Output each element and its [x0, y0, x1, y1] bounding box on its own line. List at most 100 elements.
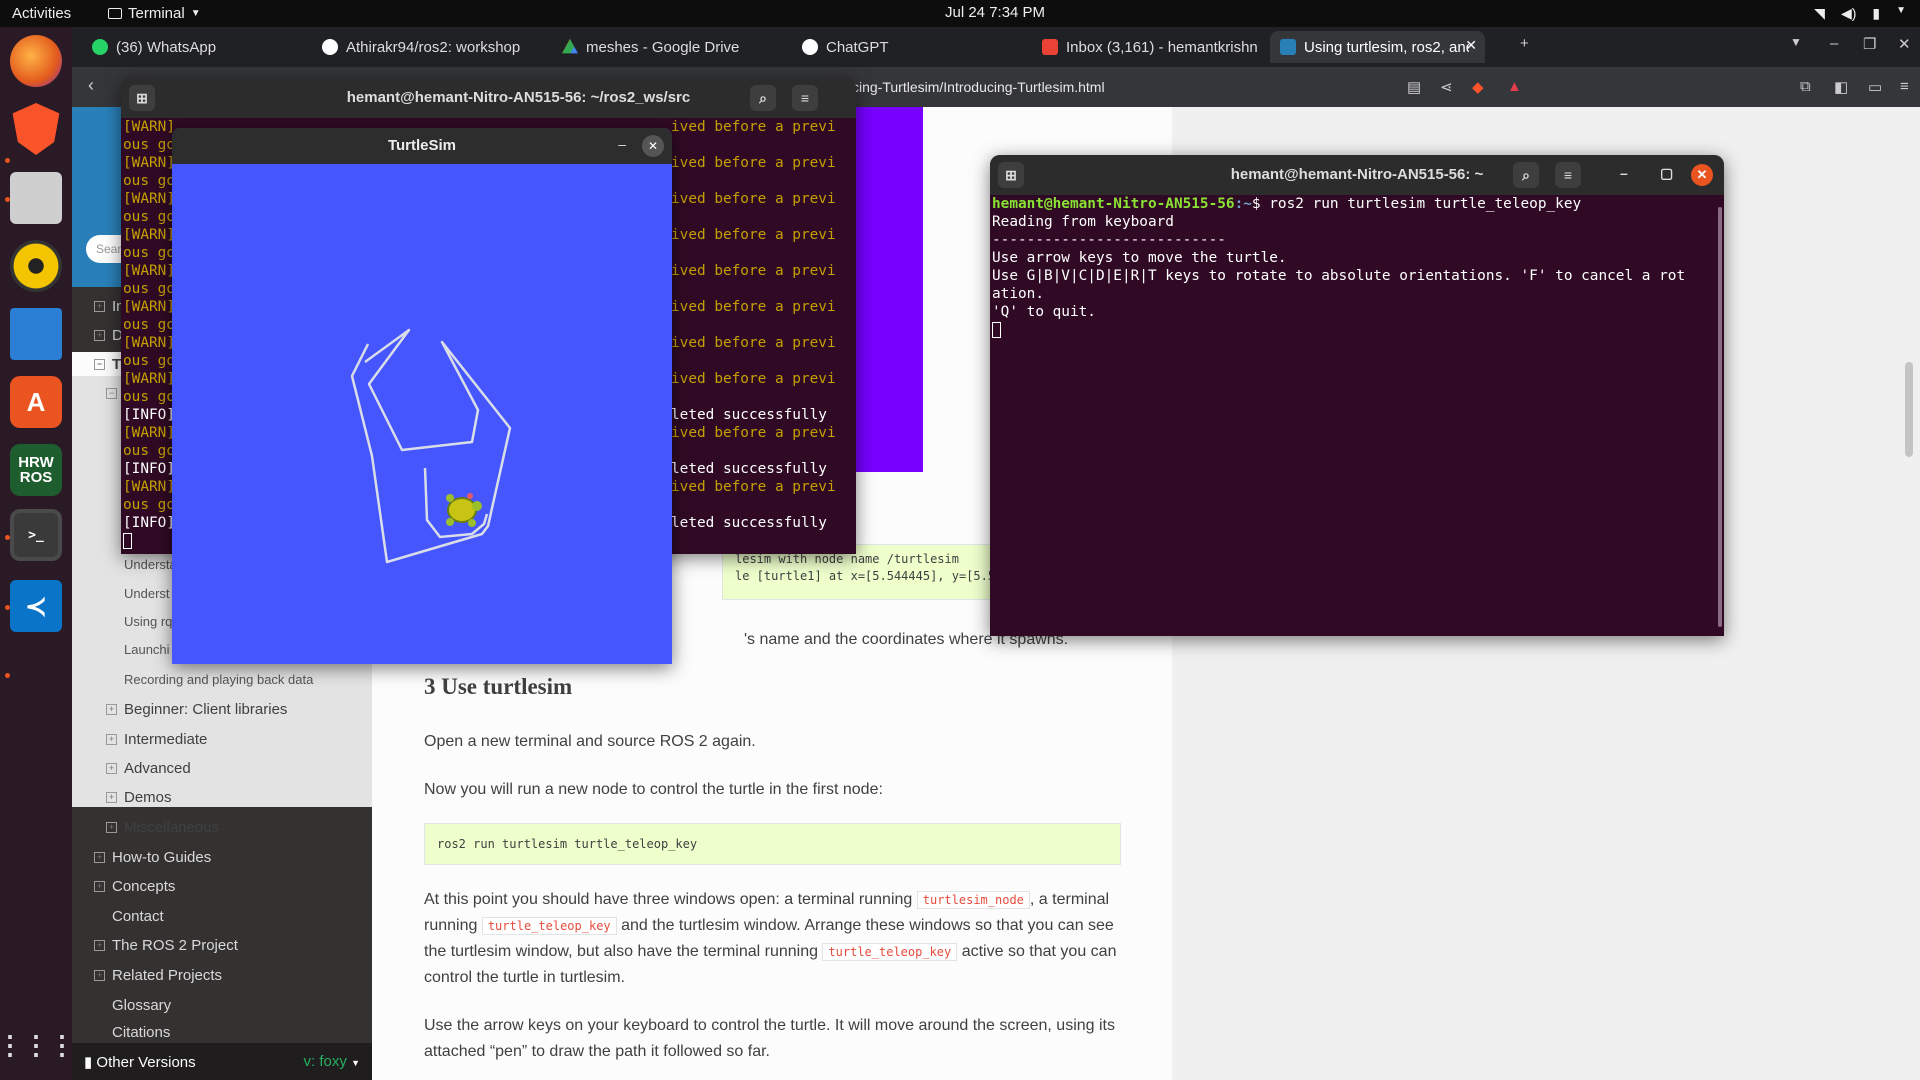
code-block-command: ros2 run turtlesim turtle_teleop_key	[424, 823, 1121, 865]
chatgpt-icon	[802, 39, 818, 55]
close-icon[interactable]: ✕	[1465, 37, 1477, 54]
minimize-button[interactable]: –	[1830, 35, 1838, 52]
sidebar-toggle-icon[interactable]: ◧	[1834, 78, 1848, 96]
tab-label: Inbox (3,161) - hemantkrishn	[1066, 38, 1257, 56]
sidebar-item-glossary[interactable]: Glossary	[72, 993, 372, 1017]
menu-icon[interactable]: ≡	[1900, 78, 1909, 95]
rhythmbox-icon[interactable]	[10, 240, 62, 292]
tab-chatgpt[interactable]: ChatGPT	[792, 31, 1022, 63]
clock[interactable]: Jul 24 7:34 PM	[945, 4, 1045, 21]
terminal-scrollbar[interactable]	[1718, 207, 1722, 627]
sidebar-item-citations[interactable]: Citations	[72, 1021, 372, 1041]
files-icon[interactable]	[10, 172, 62, 224]
turtlesim-title[interactable]: TurtleSim	[172, 128, 672, 164]
log-text: ived before a previ	[671, 191, 836, 207]
sidebar-item-concepts[interactable]: + Concepts	[72, 874, 372, 898]
activities-button[interactable]: Activities	[12, 5, 71, 22]
close-button[interactable]: ✕	[1691, 164, 1713, 186]
log-prefix: ous go	[123, 209, 175, 225]
expand-icon: +	[94, 880, 105, 892]
version-text: v: foxy	[303, 1053, 347, 1070]
log-prefix: [WARN]	[123, 155, 175, 171]
log-prefix: ous go	[123, 245, 175, 261]
book-icon: ▮	[84, 1054, 97, 1071]
sidebar-item-ros2-project[interactable]: + The ROS 2 Project	[72, 933, 372, 957]
page-scrollbar[interactable]	[1905, 362, 1913, 457]
sidebar-item-howto[interactable]: + How-to Guides	[72, 845, 372, 869]
gmail-icon	[1042, 39, 1058, 55]
terminal-window-front[interactable]: ⊞ hemant@hemant-Nitro-AN515-56: ~ ⌕ ≡ – …	[990, 155, 1724, 636]
other-versions-text: Other Versions	[96, 1054, 196, 1071]
command-text: $ ros2 run turtlesim turtle_teleop_key	[1251, 196, 1582, 212]
sidebar-item-label: Beginner: Client libraries	[124, 700, 288, 718]
tab-gmail[interactable]: Inbox (3,161) - hemantkrishn	[1032, 31, 1257, 63]
brave-shields-icon[interactable]: ◆	[1472, 78, 1484, 96]
terminal-cursor	[123, 533, 132, 549]
terminal-titlebar[interactable]: ⊞ hemant@hemant-Nitro-AN515-56: ~/ros2_w…	[121, 78, 856, 118]
terminal-title: hemant@hemant-Nitro-AN515-56: ~	[1230, 166, 1484, 183]
search-icon[interactable]: ⌕	[750, 85, 776, 111]
sidebar-item-contact[interactable]: Contact	[72, 904, 372, 928]
tab-label: Using turtlesim, ros2, and	[1304, 38, 1469, 56]
app-center-icon[interactable]: A	[10, 376, 62, 428]
paragraph: Open a new terminal and source ROS 2 aga…	[424, 733, 756, 750]
share-icon[interactable]: ⋖	[1440, 78, 1453, 96]
paragraph: Now you will run a new node to control t…	[424, 781, 883, 798]
tab-turtlesim[interactable]: Using turtlesim, ros2, and ✕	[1270, 31, 1485, 63]
log-prefix: [WARN]	[123, 479, 175, 495]
back-icon[interactable]: ‹	[88, 75, 94, 96]
sidebar-item-related-projects[interactable]: + Related Projects	[72, 963, 372, 987]
sidebar-item-demos[interactable]: + Demos	[72, 785, 372, 809]
show-apps-icon[interactable]: ⋮⋮⋮	[0, 1019, 75, 1071]
tab-whatsapp[interactable]: (36) WhatsApp	[82, 31, 307, 63]
tab-google-drive[interactable]: meshes - Google Drive	[552, 31, 782, 63]
new-tab-button[interactable]: +	[1520, 35, 1529, 52]
output-line: Reading from keyboard	[992, 214, 1174, 230]
terminal-cursor	[992, 322, 1001, 338]
hamburger-menu-icon[interactable]: ≡	[1555, 162, 1581, 188]
version-switcher[interactable]: ▮ Other Versions v: foxy ▼	[72, 1043, 372, 1080]
turtlesim-window[interactable]: TurtleSim – ✕	[172, 128, 672, 664]
chevron-down-icon: ▼	[1896, 5, 1906, 16]
sidebar-item-advanced[interactable]: + Advanced	[72, 756, 372, 780]
sidebar-item-label: Demos	[124, 788, 172, 806]
sidebar-item-client-libraries[interactable]: + Beginner: Client libraries	[72, 697, 372, 721]
log-prefix: [WARN]	[123, 335, 175, 351]
log-prefix: ous go	[123, 137, 175, 153]
terminal-output[interactable]: hemant@hemant-Nitro-AN515-56:~$ ros2 run…	[992, 195, 1724, 636]
log-prefix: [WARN]	[123, 425, 175, 441]
reader-mode-icon[interactable]: ▤	[1407, 78, 1421, 96]
terminal-icon[interactable]: >_	[10, 509, 62, 561]
address-bar[interactable]: cing-Turtlesim/Introducing-Turtlesim.htm…	[852, 79, 1105, 95]
expand-icon: +	[106, 791, 117, 803]
terminal-titlebar[interactable]: ⊞ hemant@hemant-Nitro-AN515-56: ~ ⌕ ≡ – …	[990, 155, 1724, 195]
extensions-icon[interactable]: ⧉	[1800, 78, 1811, 95]
system-tray[interactable]: ◥ ◀) ▮ ▼	[1814, 5, 1906, 22]
minimize-button[interactable]: –	[618, 136, 626, 152]
minimize-button[interactable]: –	[1620, 165, 1628, 181]
writer-icon[interactable]	[10, 308, 62, 360]
output-line: 'Q' to quit.	[992, 304, 1096, 320]
tab-search-button[interactable]: ▼	[1790, 35, 1802, 49]
app-menu[interactable]: Terminal ▼	[108, 5, 201, 22]
hamburger-menu-icon[interactable]: ≡	[792, 85, 818, 111]
wallet-icon[interactable]: ▭	[1868, 78, 1882, 96]
search-icon[interactable]: ⌕	[1513, 162, 1539, 188]
firefox-icon[interactable]	[10, 35, 62, 87]
close-button[interactable]: ✕	[1898, 35, 1911, 53]
brave-rewards-icon[interactable]: ▲	[1507, 78, 1522, 95]
close-button[interactable]: ✕	[642, 135, 664, 157]
hrw-ros-icon[interactable]: HRW ROS	[10, 444, 62, 496]
prompt-path: :~	[1234, 196, 1252, 212]
expand-icon: +	[106, 703, 117, 715]
sidebar-subitem[interactable]: Recording and playing back data	[72, 667, 372, 691]
tab-github[interactable]: Athirakr94/ros2: workshop	[312, 31, 537, 63]
maximize-button[interactable]: ▢	[1660, 165, 1673, 182]
maximize-button[interactable]: ❐	[1863, 35, 1876, 53]
sidebar-item-miscellaneous[interactable]: + Miscellaneous	[72, 815, 372, 839]
sidebar-item-intermediate[interactable]: + Intermediate	[72, 727, 372, 751]
log-prefix: ous go	[123, 353, 175, 369]
vscode-icon[interactable]: ≺	[10, 580, 62, 632]
brave-icon[interactable]	[12, 103, 60, 155]
log-prefix: [WARN]	[123, 119, 175, 135]
